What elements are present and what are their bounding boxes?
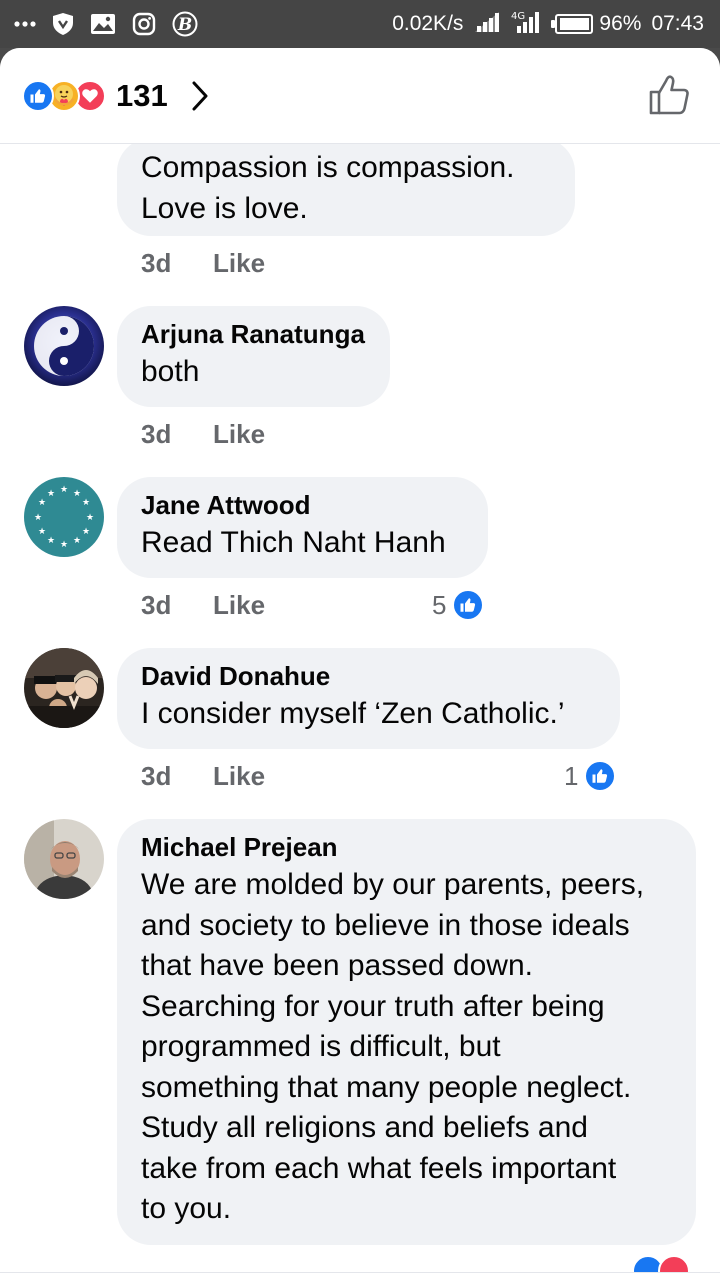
svg-text:4G: 4G xyxy=(511,11,525,22)
comment-text-line: that have been passed down. xyxy=(141,949,533,982)
battery-percent: 96% xyxy=(599,12,642,35)
svg-text:★: ★ xyxy=(38,527,46,537)
svg-text:★: ★ xyxy=(34,513,42,523)
shield-icon xyxy=(52,12,74,36)
svg-text:★: ★ xyxy=(38,498,46,508)
net-speed: 0.02K/s xyxy=(392,12,464,35)
svg-text:★: ★ xyxy=(82,527,90,537)
comment-like-button[interactable]: Like xyxy=(213,248,265,279)
comment-text-line: I consider myself ‘Zen Catholic.’ xyxy=(141,697,565,730)
comment-time: 3d xyxy=(141,247,172,278)
signal-icon: 4G xyxy=(511,9,541,40)
comment-text-line: and society to believe in those ideals xyxy=(141,908,630,942)
svg-text:★: ★ xyxy=(86,513,94,523)
gallery-icon xyxy=(90,13,116,35)
comment-meta: 3d Like xyxy=(141,759,265,793)
comment-list: Compassion is compassion. Love is love. … xyxy=(0,48,720,1280)
comment-text-line: Read Thich Naht Hanh xyxy=(141,526,446,559)
comment-reaction-count[interactable]: 5 xyxy=(432,588,485,622)
comment-author[interactable]: Michael Prejean xyxy=(141,829,672,865)
comment-like-button[interactable]: Like xyxy=(213,419,265,450)
comment-like-button[interactable]: Like xyxy=(213,761,265,792)
status-system-icons: 0.02K/s 4G 96% 07:43 xyxy=(392,10,704,38)
comment-time: 3d xyxy=(141,589,172,620)
comment-text-line: Study all religions and beliefs and xyxy=(141,1111,588,1144)
like-icon xyxy=(584,760,617,792)
comment-text-line: to you. xyxy=(141,1192,232,1225)
comment-time: 3d xyxy=(141,760,172,791)
comment-bubble[interactable]: Jane Attwood Read Thich Naht Hanh xyxy=(117,477,488,578)
comment-bubble[interactable]: Arjuna Ranatunga both xyxy=(117,306,390,407)
like-post-button[interactable] xyxy=(648,74,690,121)
signal-icon xyxy=(473,10,501,39)
comment-bubble[interactable]: Michael Prejean We are molded by our par… xyxy=(117,819,696,1245)
comment-author[interactable]: David Donahue xyxy=(141,658,596,694)
comment-author[interactable]: Jane Attwood xyxy=(141,487,464,523)
b-icon: B xyxy=(172,11,198,37)
comment-like-button[interactable]: Like xyxy=(213,590,265,621)
more-dots-icon xyxy=(14,20,36,28)
comment-meta: 3d Like xyxy=(141,246,265,280)
comment-reaction-count[interactable]: 1 xyxy=(564,759,617,793)
reaction-total: 131 xyxy=(116,78,168,113)
svg-text:★: ★ xyxy=(73,489,81,499)
group-photo-avatar[interactable] xyxy=(24,648,104,728)
sheet-bottom xyxy=(0,1272,720,1280)
man-photo-avatar[interactable] xyxy=(24,819,104,899)
svg-text:★: ★ xyxy=(47,489,55,499)
clock: 07:43 xyxy=(651,12,704,35)
comment-text-line: programmed is difficult, but xyxy=(141,1030,501,1063)
svg-text:★: ★ xyxy=(60,485,68,495)
thumbs-up-outline-icon xyxy=(649,75,689,115)
battery-icon xyxy=(551,14,594,34)
svg-text:★: ★ xyxy=(73,536,81,546)
status-bar: B 0.02K/s 4G 96% 07:43 xyxy=(0,0,720,48)
comment-author[interactable]: Arjuna Ranatunga xyxy=(141,316,366,352)
status-notification-icons: B xyxy=(14,10,214,38)
reactions-header: 131 xyxy=(0,48,720,144)
comment-text-line: Searching for your truth after being xyxy=(141,989,605,1023)
comment-text-line: Love is love. xyxy=(141,191,308,225)
svg-text:B: B xyxy=(177,15,192,35)
like-icon xyxy=(22,80,54,112)
comment-bubble[interactable]: David Donahue I consider myself ‘Zen Cat… xyxy=(117,648,620,749)
comment-text-line: We are molded by our parents, peers, xyxy=(141,868,645,901)
comment-text-line: something that many people neglect. xyxy=(141,1070,632,1104)
comment-text-line: Compassion is compassion. xyxy=(141,151,515,184)
like-icon xyxy=(452,589,485,621)
comment-meta: 3d Like xyxy=(141,588,265,622)
comment-bubble[interactable]: Compassion is compassion. Love is love. xyxy=(117,138,575,236)
instagram-icon xyxy=(132,12,156,36)
svg-text:★: ★ xyxy=(60,540,68,550)
svg-text:★: ★ xyxy=(82,498,90,508)
comment-text-line: both xyxy=(141,355,200,388)
comments-sheet: Compassion is compassion. Love is love. … xyxy=(0,48,720,1280)
comment-time: 3d xyxy=(141,418,172,449)
eu-stars-avatar[interactable]: ★ ★ ★ ★ ★ ★ ★ ★ ★ ★ ★ ★ xyxy=(24,477,104,557)
reaction-number: 5 xyxy=(432,589,447,620)
reaction-number: 1 xyxy=(564,760,579,791)
svg-text:★: ★ xyxy=(47,536,55,546)
reactions-summary-button[interactable]: 131 xyxy=(22,78,210,114)
comment-text-line: take from each what feels important xyxy=(141,1151,617,1185)
comment-meta: 3d Like xyxy=(141,417,265,451)
chevron-right-icon xyxy=(190,80,210,112)
yin-yang-avatar[interactable] xyxy=(24,306,104,386)
